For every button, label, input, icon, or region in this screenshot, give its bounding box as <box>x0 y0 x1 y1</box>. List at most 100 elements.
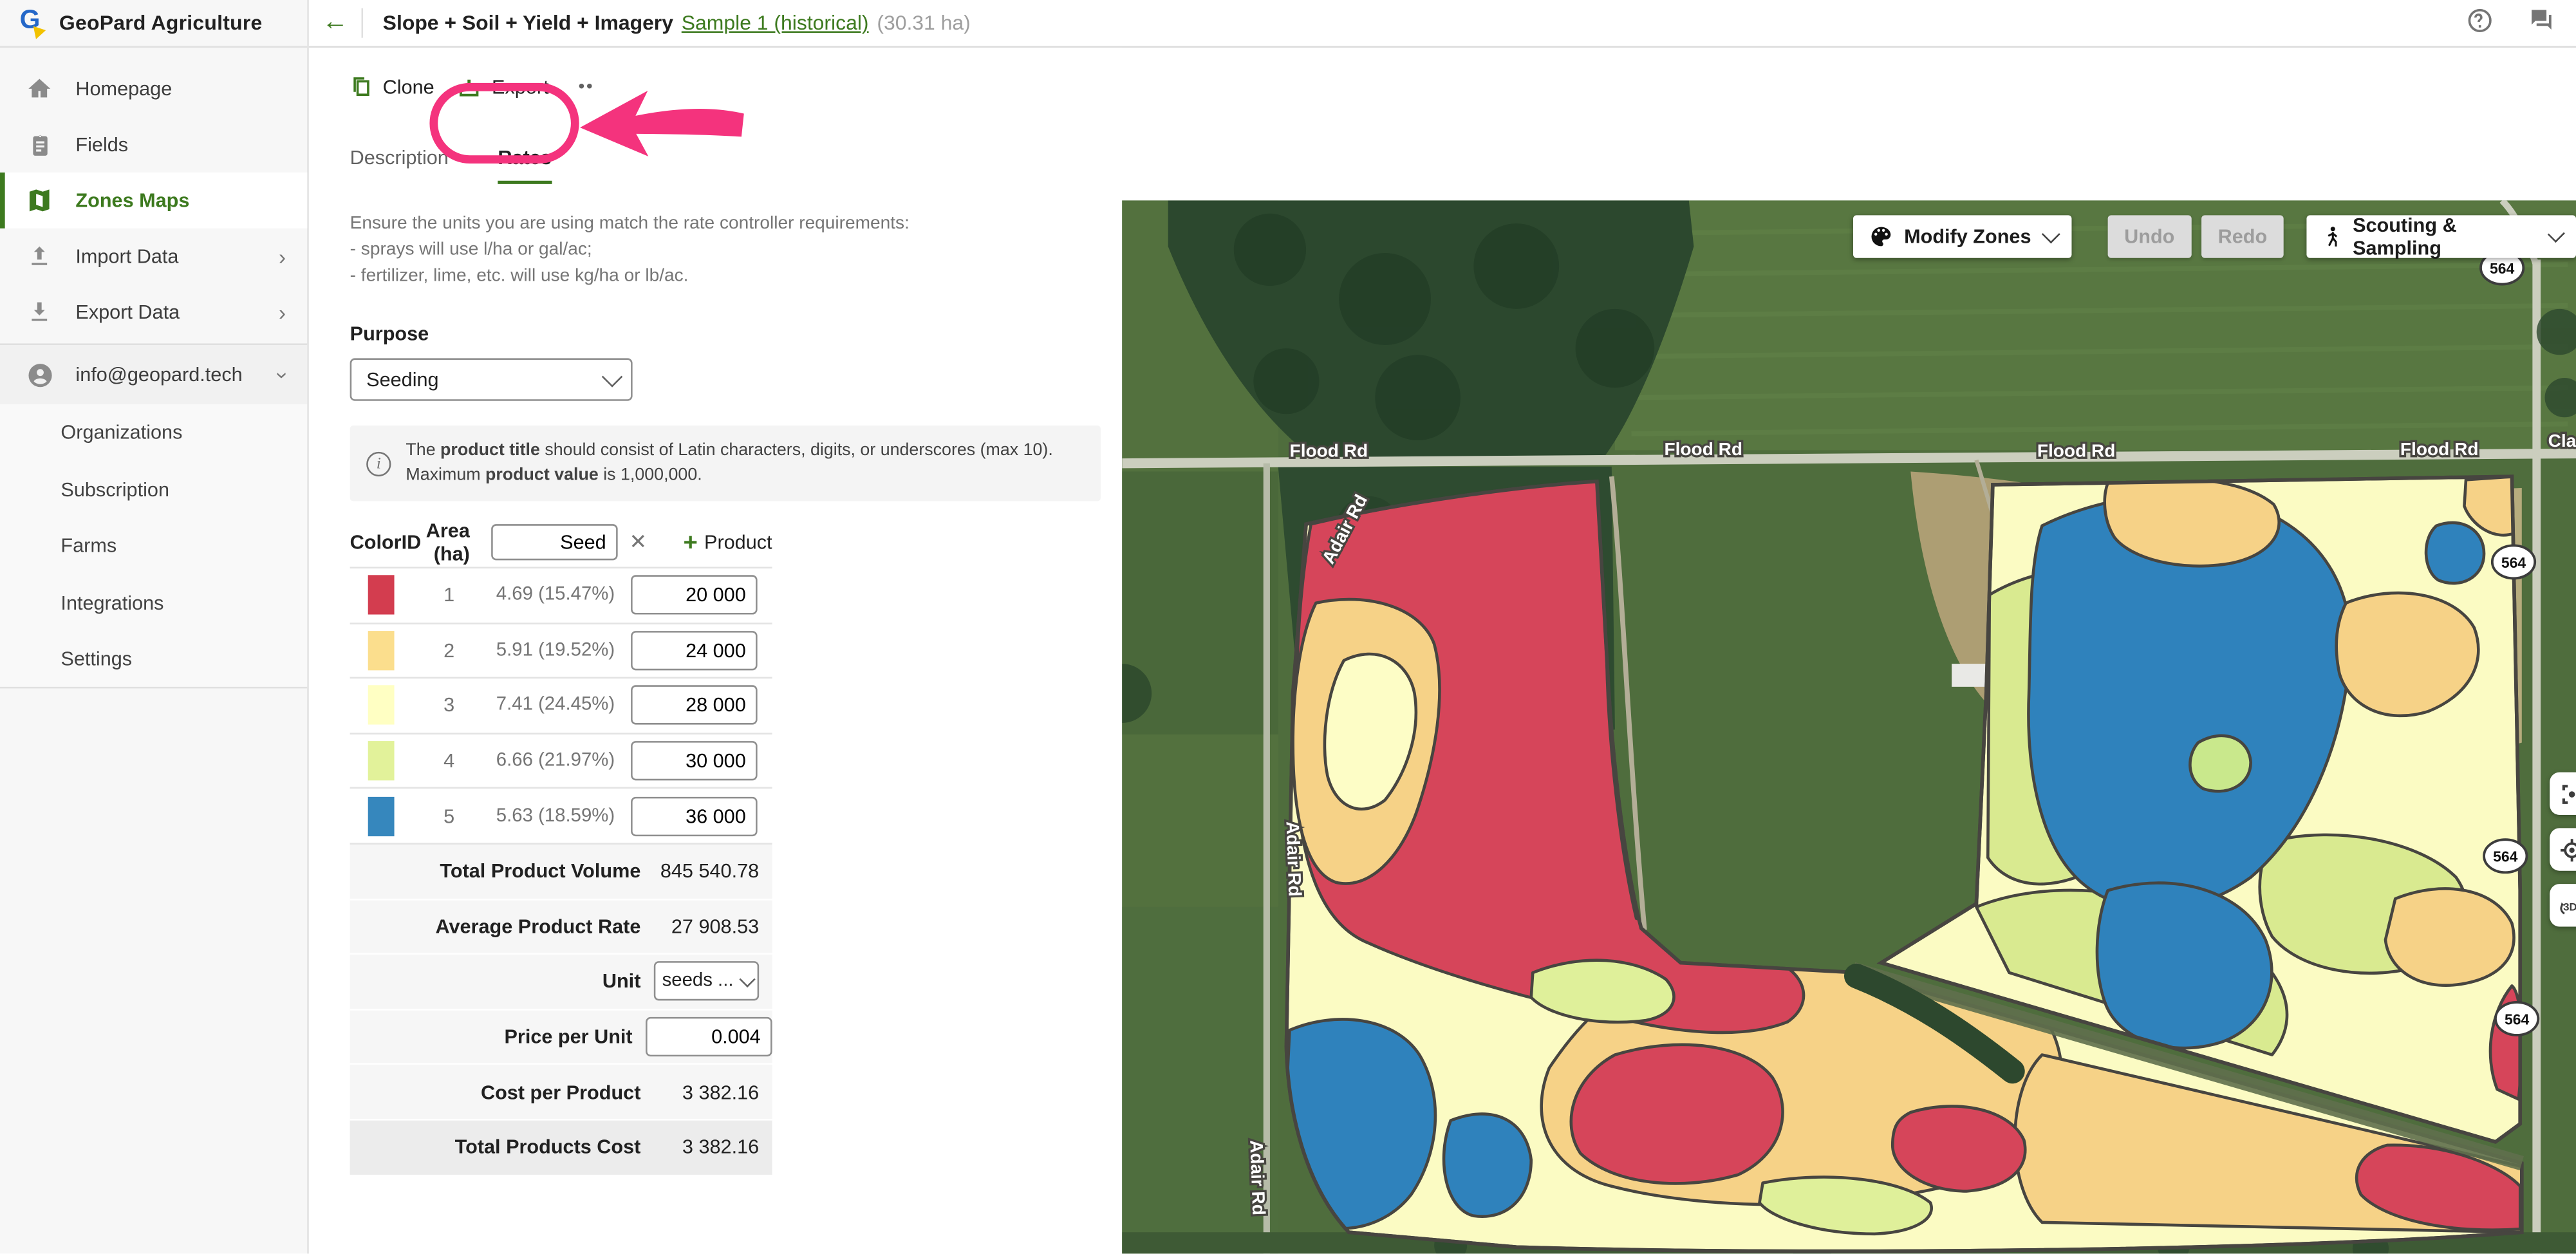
chevron-down-icon <box>739 971 755 987</box>
chevron-down-icon <box>2042 225 2061 243</box>
export-button[interactable]: Export <box>457 75 548 99</box>
sidebar-item-label: Homepage <box>75 77 172 100</box>
sidebar-item-settings[interactable]: Settings <box>0 631 307 688</box>
add-product-button[interactable]: +Product <box>683 529 772 556</box>
more-options-button[interactable]: •• <box>579 77 595 97</box>
top-bar: ← Slope + Soil + Yield + Imagery Sample … <box>309 0 2576 48</box>
sidebar-item-label: Zones Maps <box>75 189 189 212</box>
road-label-adair: Adair Rd <box>1246 1139 1269 1215</box>
help-icon[interactable] <box>2466 6 2494 42</box>
back-arrow-icon[interactable]: ← <box>309 8 362 38</box>
upload-icon <box>24 241 54 271</box>
price-per-unit-input[interactable] <box>646 1017 772 1056</box>
logo[interactable]: G GeoPard Agriculture <box>0 0 307 48</box>
logo-text: GeoPard Agriculture <box>59 12 263 35</box>
tab-description[interactable]: Description <box>350 146 449 184</box>
total-volume-row: Total Product Volume 845 540.78 <box>350 843 772 898</box>
road-label-flood: Flood Rd <box>2037 441 2116 461</box>
remove-product-button[interactable]: ✕ <box>629 529 647 556</box>
geopard-logo-icon: G <box>20 9 48 37</box>
rate-input-2[interactable] <box>631 631 758 670</box>
zone-row-5: 5 5.63 (18.59%) <box>350 788 772 843</box>
divider <box>362 8 364 38</box>
rate-input-3[interactable] <box>631 686 758 725</box>
sidebar-item-homepage[interactable]: Homepage <box>0 61 307 117</box>
tab-rates[interactable]: Rates <box>498 146 551 184</box>
rate-input-5[interactable] <box>631 796 758 836</box>
scouting-sampling-button[interactable]: Scouting & Sampling <box>2306 215 2576 257</box>
average-rate-row: Average Product Rate 27 908.53 <box>350 898 772 953</box>
product-info-note: i The product title should consist of La… <box>350 426 1101 501</box>
walking-person-icon <box>2323 225 2341 248</box>
svg-text:564: 564 <box>2505 1011 2530 1027</box>
zones-map[interactable]: Flood Rd Flood Rd Flood Rd Flood Rd Cla … <box>1122 200 2576 1253</box>
zone-color-swatch <box>368 796 395 836</box>
sidebar-item-import-data[interactable]: Import Data › <box>0 229 307 285</box>
purpose-select[interactable]: Seeding <box>350 358 633 400</box>
svg-text:564: 564 <box>2501 554 2526 571</box>
chevron-down-icon <box>602 366 622 386</box>
sidebar-item-zones-maps[interactable]: Zones Maps <box>0 173 307 229</box>
satellite-map-canvas: Flood Rd Flood Rd Flood Rd Flood Rd Cla … <box>1122 200 2576 1253</box>
col-header-color: Color <box>350 530 402 554</box>
svg-text:564: 564 <box>2493 848 2518 865</box>
chat-icon[interactable] <box>2526 5 2556 43</box>
sidebar-item-farms[interactable]: Farms <box>0 518 307 574</box>
sidebar-item-organizations[interactable]: Organizations <box>0 404 307 461</box>
palette-icon <box>1870 225 1893 248</box>
sidebar-item-export-data[interactable]: Export Data › <box>0 285 307 341</box>
modify-zones-button[interactable]: Modify Zones <box>1853 215 2072 257</box>
road-label-flood: Flood Rd <box>2400 439 2479 459</box>
clone-icon <box>350 75 373 98</box>
redo-button[interactable]: Redo <box>2201 215 2284 257</box>
sidebar-item-integrations[interactable]: Integrations <box>0 574 307 631</box>
zone-row-1: 1 4.69 (15.47%) <box>350 567 772 622</box>
page-title: Slope + Soil + Yield + Imagery <box>383 12 673 35</box>
chevron-right-icon: › <box>279 300 286 324</box>
zone-row-2: 2 5.91 (19.52%) <box>350 622 772 677</box>
sidebar: G GeoPard Agriculture Homepage Fields Zo… <box>0 0 309 1253</box>
chevron-right-icon: › <box>279 244 286 268</box>
export-download-icon <box>457 75 481 99</box>
price-row: Price per Unit <box>350 1008 772 1063</box>
product-name-input[interactable] <box>491 524 618 560</box>
svg-text:3D: 3D <box>2563 900 2576 912</box>
rate-input-1[interactable] <box>631 576 758 615</box>
clone-button[interactable]: Clone <box>350 75 434 98</box>
zone-color-swatch <box>368 631 395 670</box>
col-header-area: Area (ha) <box>423 519 470 565</box>
sample-link[interactable]: Sample 1 (historical) <box>682 12 869 35</box>
road-label-adair: Adair Rd <box>1282 821 1305 897</box>
sidebar-item-label: Export Data <box>75 301 180 324</box>
locate-button[interactable] <box>2550 828 2576 870</box>
highway-badge: 564 <box>2496 1002 2538 1035</box>
road-label-flood: Flood Rd <box>1664 439 1742 459</box>
sidebar-account[interactable]: info@geopard.tech › <box>0 343 307 404</box>
rates-panel: Clone Export •• Description Rates Ensure… <box>309 48 1122 1253</box>
rate-input-4[interactable] <box>631 741 758 780</box>
map-icon <box>24 185 54 215</box>
3d-view-button[interactable]: 3D <box>2550 884 2576 926</box>
zone-row-4: 4 6.66 (21.97%) <box>350 733 772 788</box>
focus-field-button[interactable] <box>2550 772 2576 815</box>
sidebar-item-label: Import Data <box>75 245 178 268</box>
zone-color-swatch <box>368 686 395 725</box>
road-label-flood: Flood Rd <box>1290 441 1368 461</box>
sidebar-item-subscription[interactable]: Subscription <box>0 461 307 518</box>
app-window: G GeoPard Agriculture Homepage Fields Zo… <box>0 0 2576 1253</box>
chevron-down-icon <box>2547 225 2565 243</box>
person-icon <box>24 360 54 389</box>
field-area: (30.31 ha) <box>877 12 970 35</box>
zone-color-swatch <box>368 576 395 615</box>
highway-badge: 564 <box>2484 839 2526 872</box>
zone-color-swatch <box>368 741 395 780</box>
zone-row-3: 3 7.41 (24.45%) <box>350 677 772 733</box>
sidebar-item-label: Fields <box>75 133 128 156</box>
sidebar-item-fields[interactable]: Fields <box>0 117 307 173</box>
road-label-partial: Cla <box>2548 431 2576 451</box>
units-instructions: Ensure the units you are using match the… <box>350 211 1123 290</box>
undo-button[interactable]: Undo <box>2108 215 2191 257</box>
unit-select[interactable]: seeds ... <box>654 962 759 1001</box>
cost-per-product-row: Cost per Product 3 382.16 <box>350 1063 772 1119</box>
account-email: info@geopard.tech <box>75 363 242 386</box>
